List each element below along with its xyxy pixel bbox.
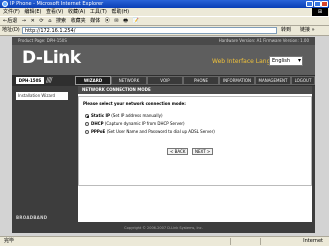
dlink-logo: D-Link bbox=[22, 48, 81, 68]
go-button[interactable]: 转到 bbox=[281, 26, 291, 35]
section-title: NETWORK CONNECTION MODE bbox=[78, 86, 312, 94]
option-name: PPPoE bbox=[91, 129, 106, 134]
option-name: DHCP bbox=[91, 121, 104, 126]
tab-wizard[interactable]: WIZARD bbox=[75, 76, 111, 85]
address-input[interactable]: http://172.16.1.254/ bbox=[22, 27, 277, 34]
menu-view[interactable]: 查看(V) bbox=[46, 8, 63, 16]
edit-button[interactable]: 📝 bbox=[133, 17, 139, 26]
top-info-bar: Product Page: DPH-150S Hardware Version:… bbox=[12, 37, 315, 45]
tab-logout[interactable]: LOGOUT bbox=[291, 76, 315, 85]
tab-management[interactable]: MANAGEMENT bbox=[255, 76, 291, 85]
copyright-footer: Copyright © 2006-2007 D-Link Systems, In… bbox=[12, 224, 315, 233]
language-select[interactable]: English bbox=[269, 56, 303, 66]
router-ui: Product Page: DPH-150S Hardware Version:… bbox=[12, 37, 315, 233]
toolbar: ←后退 → ✕ ⟳ ⌂ 搜索 收藏夹 媒体 ⦿ ✉ 🖶 📝 bbox=[0, 16, 329, 26]
model-badge: DPH-150S bbox=[16, 77, 44, 84]
back-button[interactable]: ←后退 bbox=[3, 17, 17, 26]
internet-zone: Internet bbox=[303, 238, 323, 244]
history-button[interactable]: ⦿ bbox=[105, 17, 110, 26]
address-label: 地址(D) bbox=[2, 27, 20, 33]
option-pppoe[interactable]: PPPoE (Set User Name and Password to dia… bbox=[85, 129, 215, 134]
media-button[interactable]: 媒体 bbox=[90, 17, 100, 26]
static-ip-radio[interactable] bbox=[85, 114, 89, 118]
sidebar-footer: BROADBAND bbox=[16, 215, 48, 220]
minimize-button[interactable] bbox=[306, 1, 313, 7]
status-bar: 完毕 Internet bbox=[0, 236, 329, 246]
divider-slashes: //// bbox=[46, 76, 53, 84]
menu-file[interactable]: 文件(F) bbox=[3, 8, 20, 16]
page-viewport: Product Page: DPH-150S Hardware Version:… bbox=[0, 36, 329, 236]
menu-edit[interactable]: 编辑(E) bbox=[24, 8, 41, 16]
mail-button[interactable]: ✉ bbox=[114, 17, 118, 26]
main-content: NETWORK CONNECTION MODE Please select yo… bbox=[78, 86, 312, 222]
tab-phone[interactable]: PHONE bbox=[183, 76, 219, 85]
close-button[interactable] bbox=[321, 1, 328, 7]
tab-voip[interactable]: VOIP bbox=[147, 76, 183, 85]
favorites-button[interactable]: 收藏夹 bbox=[71, 17, 86, 26]
links-button[interactable]: 链接 » bbox=[300, 26, 315, 35]
window-title: IP Phone - Microsoft Internet Explorer bbox=[10, 1, 104, 7]
nav-bar: DPH-150S //// WIZARD NETWORK VOIP PHONE … bbox=[12, 75, 315, 86]
banner: D-Link Web Interface Language English bbox=[12, 45, 315, 75]
version-info: Hardware Version: A1 Firmware Version: 1… bbox=[218, 38, 309, 43]
menu-help[interactable]: 帮助(H) bbox=[111, 8, 129, 16]
maximize-button[interactable] bbox=[314, 1, 321, 7]
status-divider bbox=[230, 238, 231, 245]
sidebar-item-installation-wizard[interactable]: Installation Wizard bbox=[16, 92, 68, 100]
menu-bar: 文件(F) 编辑(E) 查看(V) 收藏(A) 工具(T) 帮助(H) ⊞ bbox=[0, 8, 329, 16]
section-body: Please select your network connection mo… bbox=[78, 96, 312, 186]
windows-logo-icon: ⊞ bbox=[312, 8, 328, 16]
status-divider bbox=[260, 238, 261, 245]
dhcp-radio[interactable] bbox=[85, 122, 89, 126]
option-name: Static IP bbox=[91, 113, 110, 118]
status-text: 完毕 bbox=[4, 238, 15, 244]
option-desc: (Set User Name and Password to dial up A… bbox=[106, 129, 215, 134]
stop-button[interactable]: ✕ bbox=[31, 17, 35, 26]
tab-network[interactable]: NETWORK bbox=[111, 76, 147, 85]
next-wizard-button[interactable]: NEXT > bbox=[192, 148, 214, 155]
tab-information[interactable]: INFORMATION bbox=[219, 76, 255, 85]
menu-tools[interactable]: 工具(T) bbox=[90, 8, 107, 16]
back-wizard-button[interactable]: < BACK bbox=[167, 148, 189, 155]
sidebar: Installation Wizard BROADBAND bbox=[12, 86, 75, 233]
product-page: Product Page: DPH-150S bbox=[18, 38, 67, 43]
option-static-ip[interactable]: Static IP (Set IP address manually) bbox=[85, 113, 163, 118]
home-button[interactable]: ⌂ bbox=[48, 17, 51, 26]
connection-prompt: Please select your network connection mo… bbox=[83, 101, 186, 106]
ie-icon bbox=[2, 1, 8, 7]
option-desc: (Set IP address manually) bbox=[111, 113, 163, 118]
print-button[interactable]: 🖶 bbox=[123, 17, 128, 26]
menu-favorites[interactable]: 收藏(A) bbox=[68, 8, 85, 16]
option-dhcp[interactable]: DHCP (Capture dynamic IP from DHCP Serve… bbox=[85, 121, 185, 126]
pppoe-radio[interactable] bbox=[85, 130, 89, 134]
search-button[interactable]: 搜索 bbox=[56, 17, 66, 26]
refresh-button[interactable]: ⟳ bbox=[39, 17, 43, 26]
forward-button[interactable]: → bbox=[22, 17, 26, 26]
browser-window: IP Phone - Microsoft Internet Explorer 文… bbox=[0, 0, 329, 246]
address-bar: 地址(D) http://172.16.1.254/ 转到 链接 » bbox=[0, 26, 329, 36]
title-bar: IP Phone - Microsoft Internet Explorer bbox=[0, 0, 329, 8]
option-desc: (Capture dynamic IP from DHCP Server) bbox=[104, 121, 185, 126]
